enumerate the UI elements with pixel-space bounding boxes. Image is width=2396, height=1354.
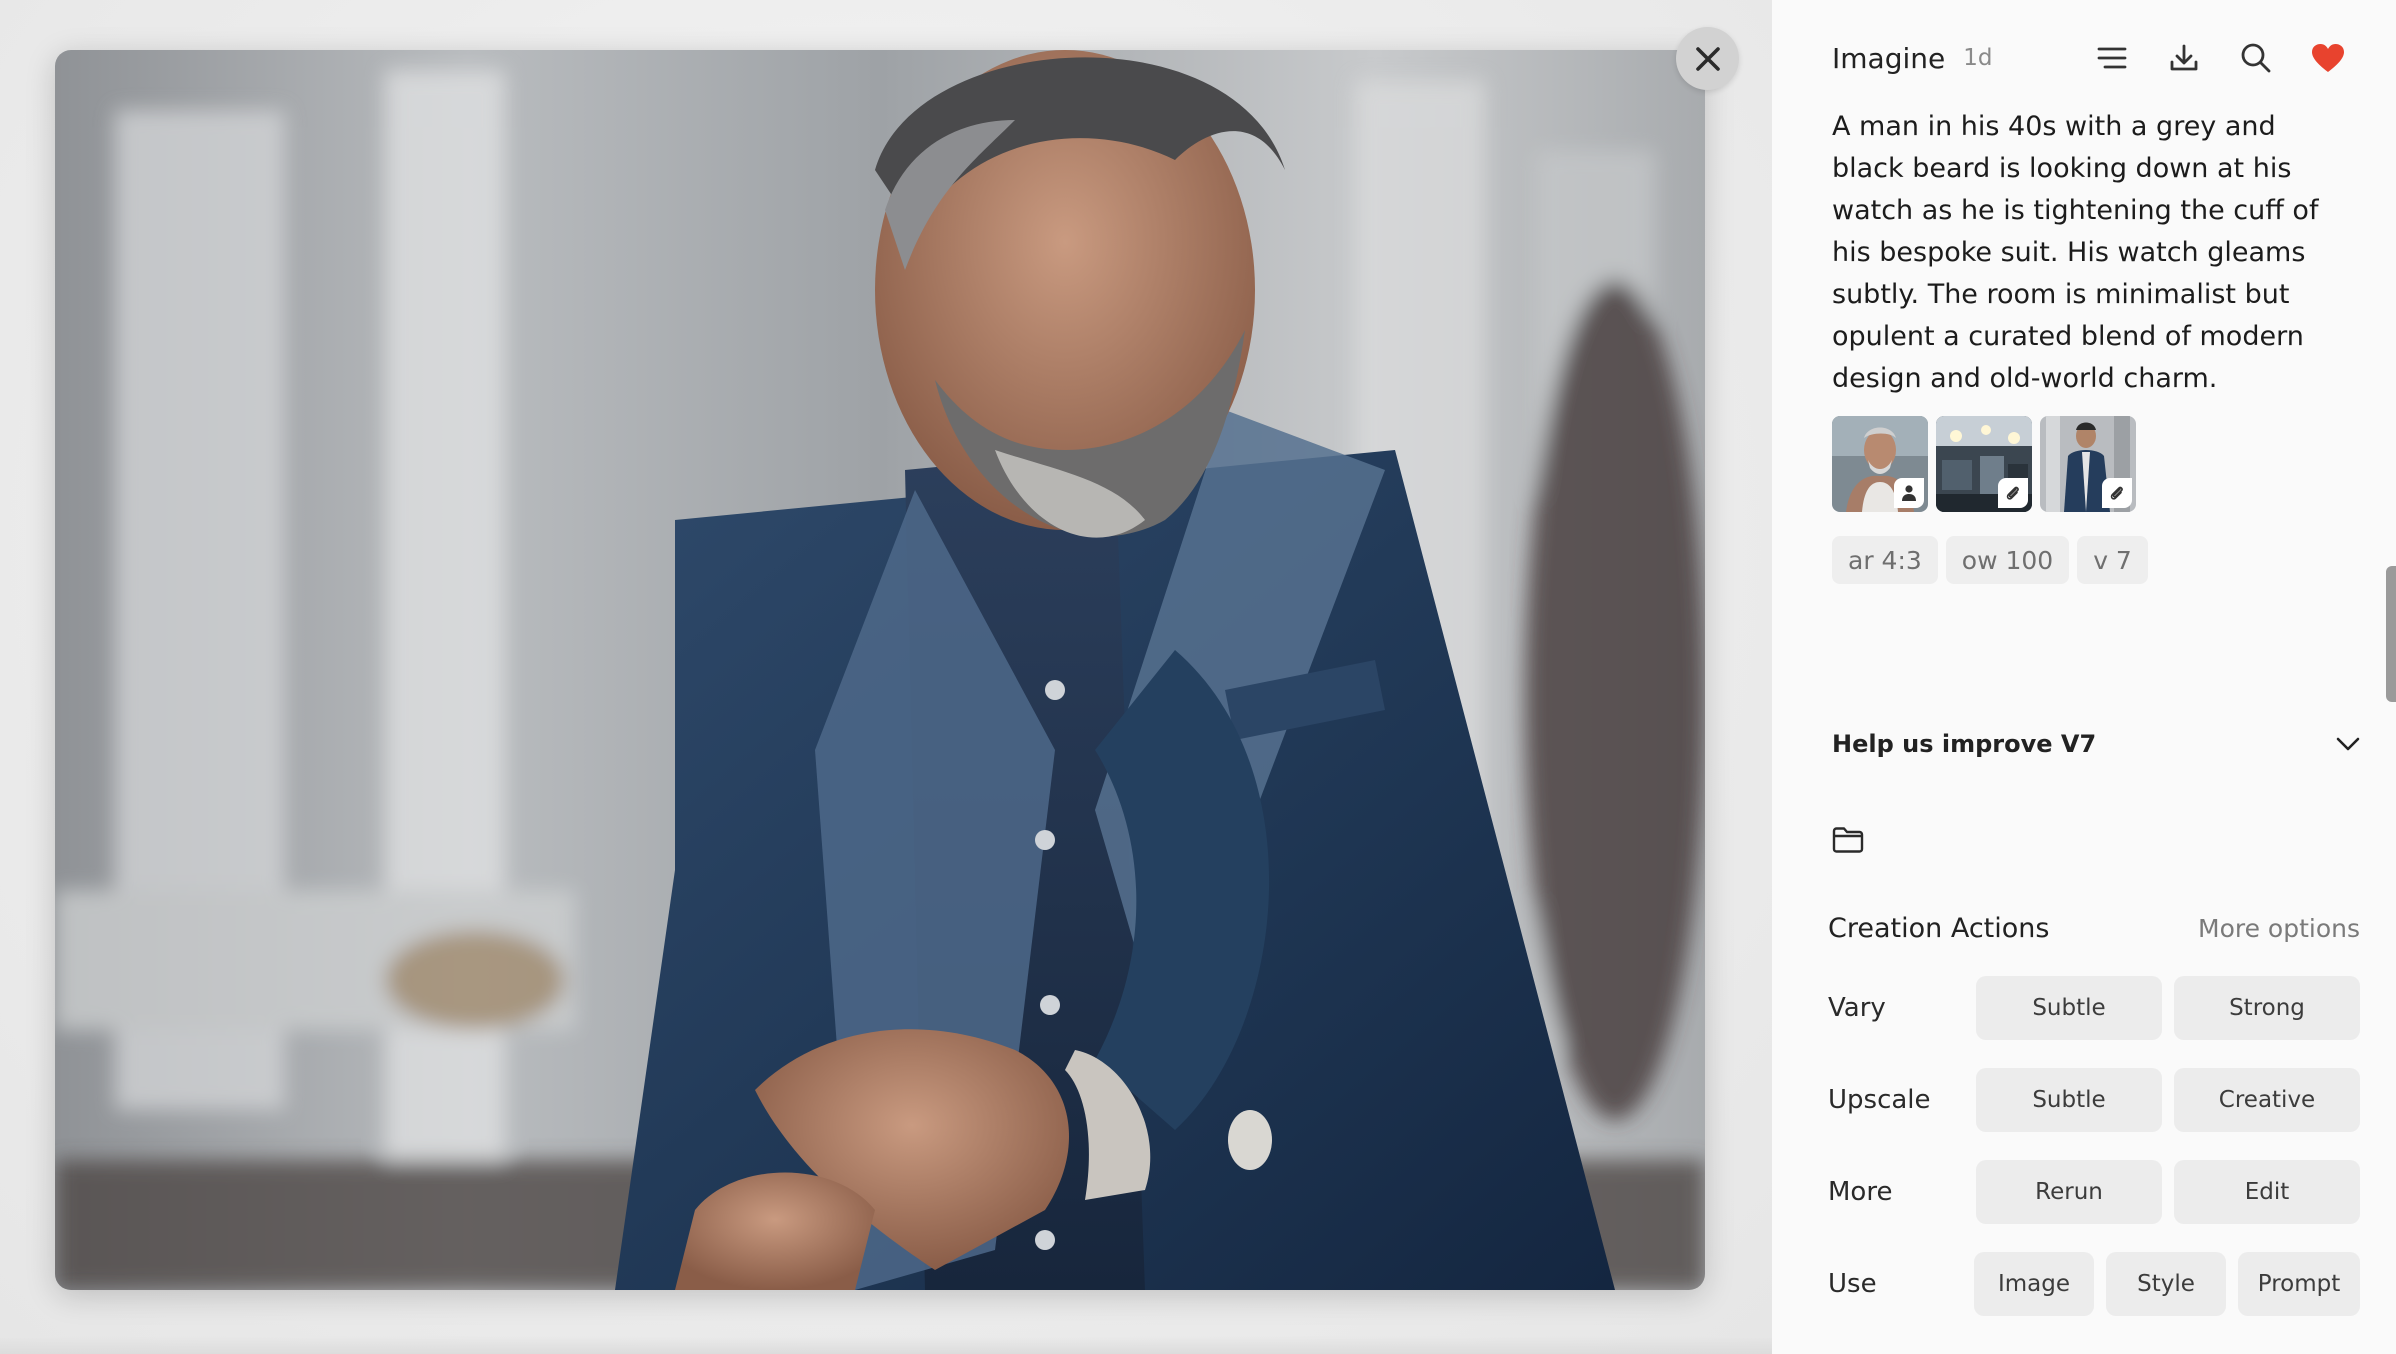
upscale-subtle-button[interactable]: Subtle [1976, 1068, 2162, 1132]
image-reference-thumbnail-1[interactable] [1936, 416, 2032, 512]
close-icon [1695, 46, 1720, 71]
more-buttons: Rerun Edit [1976, 1160, 2360, 1224]
header-actions [2094, 40, 2346, 76]
image-reference-thumbnail-2[interactable] [2040, 416, 2136, 512]
use-row: Use Image Style Prompt [1828, 1251, 2360, 1317]
reference-images [1832, 416, 2136, 512]
details-panel: Imagine 1d A man in his 40s with a grey … [1772, 0, 2396, 1354]
person-badge [1894, 478, 1924, 508]
vary-row: Vary Subtle Strong [1828, 975, 2360, 1041]
use-label: Use [1828, 1269, 1877, 1299]
job-age: 1d [1963, 45, 1993, 71]
image-viewer [0, 0, 1772, 1354]
upscale-label: Upscale [1828, 1085, 1931, 1115]
upscale-buttons: Subtle Creative [1976, 1068, 2360, 1132]
upscale-row: Upscale Subtle Creative [1828, 1067, 2360, 1133]
prompt-text: A man in his 40s with a grey and black b… [1832, 111, 2319, 394]
feedback-label: Help us improve V7 [1832, 730, 2097, 758]
vary-strong-button[interactable]: Strong [2174, 976, 2360, 1040]
job-title: Imagine [1832, 41, 1946, 75]
character-reference-thumbnail[interactable] [1832, 416, 1928, 512]
like-button[interactable] [2310, 40, 2346, 76]
chevron-down-icon [2336, 737, 2360, 751]
param-version[interactable]: v 7 [2077, 536, 2148, 584]
vary-buttons: Subtle Strong [1976, 976, 2360, 1040]
scrollbar-handle[interactable] [2386, 566, 2396, 702]
menu-icon [2097, 47, 2127, 69]
search-button[interactable] [2238, 40, 2274, 76]
generated-image-illustration [55, 50, 1705, 1290]
person-icon [1902, 485, 1916, 501]
folder-icon[interactable] [1830, 822, 1866, 858]
use-image-button[interactable]: Image [1974, 1252, 2094, 1316]
heart-icon [2312, 44, 2344, 72]
search-icon [2241, 43, 2271, 73]
creation-actions-title: Creation Actions [1828, 912, 2050, 944]
feedback-toggle[interactable]: Help us improve V7 [1832, 722, 2360, 766]
parameter-chips: ar 4:3 ow 100 v 7 [1832, 536, 2148, 584]
vary-label: Vary [1828, 993, 1886, 1023]
upscale-creative-button[interactable]: Creative [2174, 1068, 2360, 1132]
rerun-button[interactable]: Rerun [1976, 1160, 2162, 1224]
download-button[interactable] [2166, 40, 2202, 76]
more-options-link[interactable]: More options [2198, 914, 2360, 943]
use-prompt-button[interactable]: Prompt [2238, 1252, 2360, 1316]
use-buttons: Image Style Prompt [1974, 1252, 2360, 1316]
use-style-button[interactable]: Style [2106, 1252, 2226, 1316]
panel-header: Imagine 1d [1832, 30, 2346, 86]
param-omni-weight[interactable]: ow 100 [1945, 536, 2070, 584]
download-icon [2170, 44, 2198, 71]
paperclip-icon [2110, 486, 2123, 500]
paperclip-icon [2006, 486, 2019, 500]
bottom-fade [0, 1336, 1772, 1354]
paperclip-badge-1 [1998, 478, 2028, 508]
menu-button[interactable] [2094, 40, 2130, 76]
more-row: More Rerun Edit [1828, 1159, 2360, 1225]
paperclip-badge-2 [2102, 478, 2132, 508]
more-label: More [1828, 1177, 1893, 1207]
close-button[interactable] [1676, 27, 1739, 90]
param-aspect-ratio[interactable]: ar 4:3 [1832, 536, 1938, 584]
vary-subtle-button[interactable]: Subtle [1976, 976, 2162, 1040]
edit-button[interactable]: Edit [2174, 1160, 2360, 1224]
generated-image[interactable] [55, 50, 1705, 1290]
creation-actions-header: Creation Actions More options [1828, 906, 2360, 950]
